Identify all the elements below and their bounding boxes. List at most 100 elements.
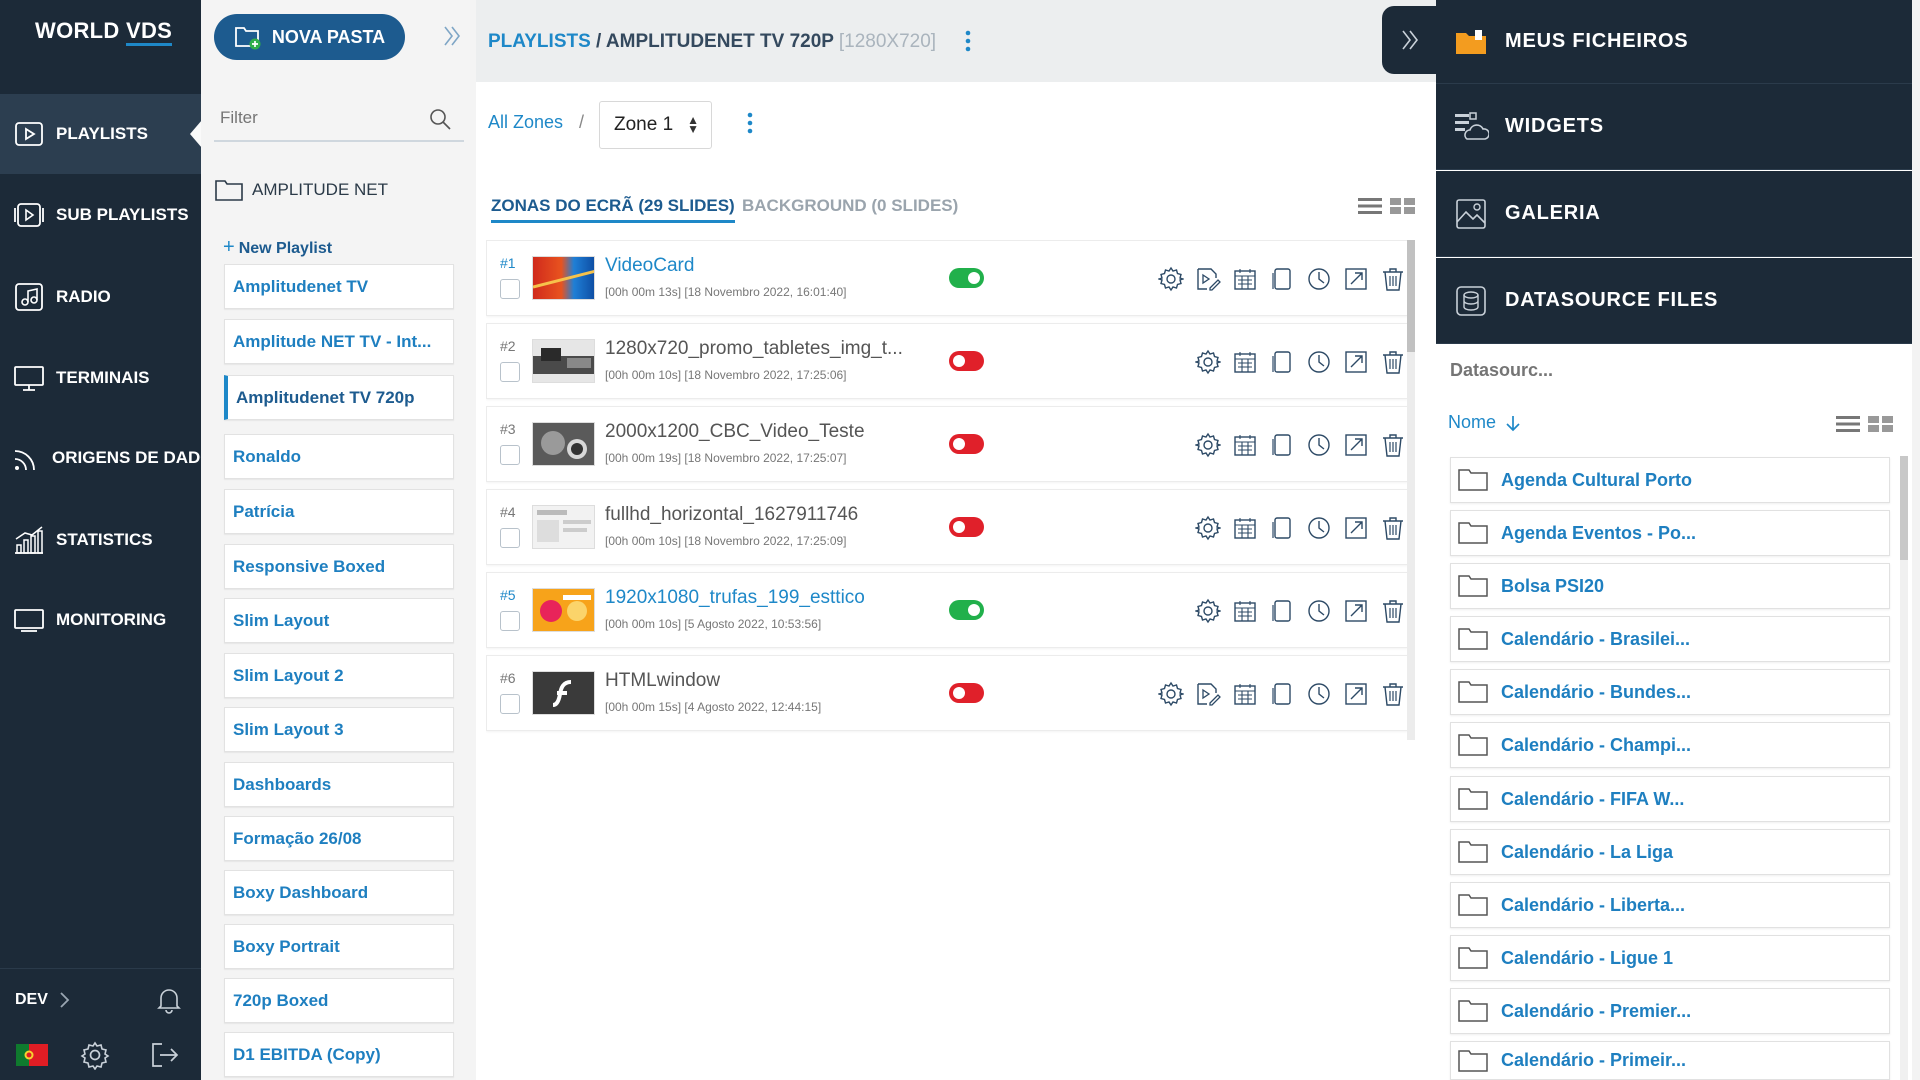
copy-icon[interactable] bbox=[1268, 348, 1296, 376]
section-datasource-files[interactable]: DATASOURCE FILES bbox=[1436, 258, 1912, 344]
slide-checkbox[interactable] bbox=[500, 445, 520, 465]
slide-title[interactable]: 1280x720_promo_tabletes_img_t... bbox=[605, 338, 903, 360]
playlist-item[interactable]: Amplitude NET TV - Int... bbox=[224, 319, 454, 364]
datasource-folder[interactable]: Calendário - Premier... bbox=[1450, 988, 1890, 1034]
calendar-icon[interactable] bbox=[1231, 265, 1259, 293]
trash-icon[interactable] bbox=[1379, 597, 1407, 625]
move-icon[interactable] bbox=[1342, 680, 1370, 708]
logout-icon[interactable] bbox=[150, 1041, 180, 1069]
slide-toggle[interactable] bbox=[949, 600, 984, 620]
section-my-files[interactable]: MEUS FICHEIROS bbox=[1436, 0, 1912, 84]
slide-row[interactable]: #5 1920x1080_trufas_199_esttico [00h 00m… bbox=[486, 572, 1408, 648]
calendar-icon[interactable] bbox=[1231, 597, 1259, 625]
playlist-item[interactable]: Patrícia bbox=[224, 489, 454, 534]
gear-icon[interactable] bbox=[1157, 680, 1185, 708]
slide-row[interactable]: #3 2000x1200_CBC_Video_Teste [00h 00m 19… bbox=[486, 406, 1408, 482]
slide-title[interactable]: 1920x1080_trufas_199_esttico bbox=[605, 587, 865, 609]
calendar-icon[interactable] bbox=[1231, 348, 1259, 376]
copy-icon[interactable] bbox=[1268, 680, 1296, 708]
slide-row[interactable]: #6 HTMLwindow [00h 00m 15s] [4 Agosto 20… bbox=[486, 655, 1408, 731]
slide-row[interactable]: #4 fullhd_horizontal_1627911746 [00h 00m… bbox=[486, 489, 1408, 565]
trash-icon[interactable] bbox=[1379, 265, 1407, 293]
playlist-item[interactable]: Slim Layout 3 bbox=[224, 707, 454, 752]
nav-item-terminais[interactable]: TERMINAIS bbox=[0, 338, 201, 418]
playlist-item[interactable]: Slim Layout 2 bbox=[224, 653, 454, 698]
app-logo[interactable]: WORLD VDS bbox=[35, 18, 173, 46]
clock-icon[interactable] bbox=[1305, 680, 1333, 708]
playlist-item-active[interactable]: Amplitudenet TV 720p bbox=[224, 375, 454, 420]
double-chevron-right-icon[interactable] bbox=[442, 24, 462, 53]
playlist-item[interactable]: 720p Boxed bbox=[224, 978, 454, 1023]
datasource-folder[interactable]: Agenda Eventos - Po... bbox=[1450, 510, 1890, 556]
bell-icon[interactable] bbox=[156, 986, 182, 1014]
tab-background[interactable]: BACKGROUND (0 SLIDES) bbox=[742, 196, 958, 216]
playlist-item[interactable]: Formação 26/08 bbox=[224, 816, 454, 861]
datasource-folder[interactable]: Calendário - Primeir... bbox=[1450, 1041, 1890, 1080]
copy-icon[interactable] bbox=[1268, 514, 1296, 542]
datasource-folder[interactable]: Agenda Cultural Porto bbox=[1450, 457, 1890, 503]
sort-by-name[interactable]: Nome bbox=[1448, 412, 1522, 433]
grid-view-icon[interactable] bbox=[1390, 196, 1416, 216]
scrollbar-thumb[interactable] bbox=[1900, 456, 1908, 560]
edit-media-icon[interactable] bbox=[1194, 265, 1222, 293]
nav-item-radio[interactable]: RADIO bbox=[0, 257, 201, 337]
all-zones-link[interactable]: All Zones bbox=[488, 112, 563, 133]
new-playlist-link[interactable]: + New Playlist bbox=[223, 236, 332, 259]
playlist-item[interactable]: Slim Layout bbox=[224, 598, 454, 643]
slide-title[interactable]: HTMLwindow bbox=[605, 670, 720, 692]
copy-icon[interactable] bbox=[1268, 265, 1296, 293]
datasource-folder[interactable]: Calendário - La Liga bbox=[1450, 829, 1890, 875]
datasource-folder[interactable]: Calendário - Brasilei... bbox=[1450, 616, 1890, 662]
slide-checkbox[interactable] bbox=[500, 611, 520, 631]
zone-select[interactable]: Zone 1 ▲ ▼ bbox=[599, 101, 712, 149]
playlist-item[interactable]: Boxy Portrait bbox=[224, 924, 454, 969]
playlist-item[interactable]: Dashboards bbox=[224, 762, 454, 807]
datasource-search-input[interactable] bbox=[1450, 353, 1750, 387]
slides-scrollbar[interactable] bbox=[1407, 240, 1415, 740]
nav-item-monitoring[interactable]: MONITORING bbox=[0, 580, 201, 660]
slide-toggle[interactable] bbox=[949, 517, 984, 537]
datasource-folder[interactable]: Calendário - Bundes... bbox=[1450, 669, 1890, 715]
playlist-item[interactable]: Responsive Boxed bbox=[224, 544, 454, 589]
move-icon[interactable] bbox=[1342, 265, 1370, 293]
slide-title[interactable]: fullhd_horizontal_1627911746 bbox=[605, 504, 858, 526]
gear-icon[interactable] bbox=[1194, 514, 1222, 542]
copy-icon[interactable] bbox=[1268, 431, 1296, 459]
datasource-scrollbar[interactable] bbox=[1900, 456, 1908, 1080]
section-gallery[interactable]: GALERIA bbox=[1436, 171, 1912, 257]
datasource-folder[interactable]: Calendário - FIFA W... bbox=[1450, 776, 1890, 822]
move-icon[interactable] bbox=[1342, 431, 1370, 459]
new-folder-button[interactable]: NOVA PASTA bbox=[214, 14, 405, 60]
slide-title[interactable]: 2000x1200_CBC_Video_Teste bbox=[605, 421, 865, 443]
slide-toggle[interactable] bbox=[949, 268, 984, 288]
playlist-folder[interactable]: AMPLITUDE NET bbox=[214, 178, 388, 202]
playlist-item[interactable]: Ronaldo bbox=[224, 434, 454, 479]
section-widgets[interactable]: WIDGETS bbox=[1436, 84, 1912, 170]
clock-icon[interactable] bbox=[1305, 514, 1333, 542]
datasource-folder[interactable]: Bolsa PSI20 bbox=[1450, 563, 1890, 609]
gear-icon[interactable] bbox=[1194, 431, 1222, 459]
gear-icon[interactable] bbox=[1194, 348, 1222, 376]
search-icon[interactable] bbox=[428, 107, 452, 136]
breadcrumb-root[interactable]: PLAYLISTS bbox=[488, 31, 591, 52]
slide-title[interactable]: VideoCard bbox=[605, 255, 694, 277]
calendar-icon[interactable] bbox=[1231, 431, 1259, 459]
gear-icon[interactable] bbox=[1194, 597, 1222, 625]
datasource-folder[interactable]: Calendário - Liberta... bbox=[1450, 882, 1890, 928]
tab-screen-zones[interactable]: ZONAS DO ECRÃ (29 SLIDES) bbox=[491, 196, 735, 223]
collapse-right-panel-button[interactable] bbox=[1382, 6, 1438, 74]
slide-checkbox[interactable] bbox=[500, 362, 520, 382]
move-icon[interactable] bbox=[1342, 348, 1370, 376]
playlist-item[interactable]: Amplitudenet TV bbox=[224, 264, 454, 309]
gear-icon[interactable] bbox=[1157, 265, 1185, 293]
slide-toggle[interactable] bbox=[949, 683, 984, 703]
trash-icon[interactable] bbox=[1379, 431, 1407, 459]
calendar-icon[interactable] bbox=[1231, 514, 1259, 542]
slide-row[interactable]: #2 1280x720_promo_tabletes_img_t... [00h… bbox=[486, 323, 1408, 399]
clock-icon[interactable] bbox=[1305, 265, 1333, 293]
datasource-folder[interactable]: Calendário - Ligue 1 bbox=[1450, 935, 1890, 981]
list-view-icon[interactable] bbox=[1836, 414, 1860, 434]
datasource-folder[interactable]: Calendário - Champi... bbox=[1450, 722, 1890, 768]
clock-icon[interactable] bbox=[1305, 431, 1333, 459]
nav-item-statistics[interactable]: STATISTICS bbox=[0, 500, 201, 580]
